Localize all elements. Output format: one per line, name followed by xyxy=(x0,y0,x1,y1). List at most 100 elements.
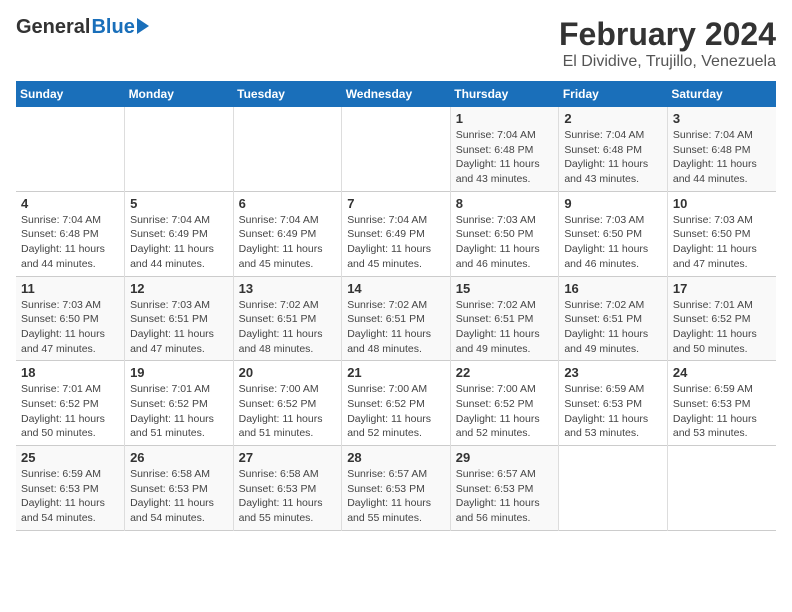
day-info-text: Sunrise: 7:01 AM Sunset: 6:52 PM Dayligh… xyxy=(21,382,119,441)
calendar-cell: 25Sunrise: 6:59 AM Sunset: 6:53 PM Dayli… xyxy=(16,446,125,531)
calendar-table: SundayMondayTuesdayWednesdayThursdayFrid… xyxy=(16,81,776,531)
calendar-cell: 29Sunrise: 6:57 AM Sunset: 6:53 PM Dayli… xyxy=(450,446,559,531)
day-info-text: Sunrise: 6:58 AM Sunset: 6:53 PM Dayligh… xyxy=(239,467,337,526)
day-number: 13 xyxy=(239,281,337,296)
day-info-text: Sunrise: 6:58 AM Sunset: 6:53 PM Dayligh… xyxy=(130,467,228,526)
location-subtitle: El Dividive, Trujillo, Venezuela xyxy=(559,53,776,71)
day-info-text: Sunrise: 6:57 AM Sunset: 6:53 PM Dayligh… xyxy=(347,467,445,526)
day-number: 14 xyxy=(347,281,445,296)
day-info-text: Sunrise: 7:03 AM Sunset: 6:50 PM Dayligh… xyxy=(673,213,771,272)
calendar-cell: 9 Sunrise: 7:03 AM Sunset: 6:50 PM Daylig… xyxy=(559,191,668,276)
day-info-text: Sunrise: 7:01 AM Sunset: 6:52 PM Dayligh… xyxy=(673,298,771,357)
weekday-header-sunday: Sunday xyxy=(16,81,125,107)
day-number: 12 xyxy=(130,281,228,296)
weekday-header-thursday: Thursday xyxy=(450,81,559,107)
day-number: 17 xyxy=(673,281,771,296)
day-number: 16 xyxy=(564,281,662,296)
calendar-cell: 12 Sunrise: 7:03 AM Sunset: 6:51 PM Dayli… xyxy=(125,276,234,361)
day-number: 1 xyxy=(456,111,554,126)
page-header: General Blue February 2024 El Dividive, … xyxy=(16,16,776,71)
calendar-cell: 16 Sunrise: 7:02 AM Sunset: 6:51 PM Dayli… xyxy=(559,276,668,361)
day-info-text: Sunrise: 7:01 AM Sunset: 6:52 PM Dayligh… xyxy=(130,382,228,441)
day-info-text: Sunrise: 6:59 AM Sunset: 6:53 PM Dayligh… xyxy=(673,382,771,441)
day-number: 27 xyxy=(239,450,337,465)
day-number: 10 xyxy=(673,196,771,211)
day-info-text: Sunrise: 7:04 AM Sunset: 6:48 PM Dayligh… xyxy=(456,128,554,187)
calendar-cell: 22Sunrise: 7:00 AM Sunset: 6:52 PM Dayli… xyxy=(450,361,559,446)
calendar-cell: 26 Sunrise: 6:58 AM Sunset: 6:53 PM Dayli… xyxy=(125,446,234,531)
calendar-cell: 27 Sunrise: 6:58 AM Sunset: 6:53 PM Dayli… xyxy=(233,446,342,531)
day-info-text: Sunrise: 7:04 AM Sunset: 6:48 PM Dayligh… xyxy=(673,128,771,187)
day-info-text: Sunrise: 7:03 AM Sunset: 6:50 PM Dayligh… xyxy=(456,213,554,272)
day-number: 8 xyxy=(456,196,554,211)
calendar-cell xyxy=(16,107,125,191)
calendar-week-row: 18 Sunrise: 7:01 AM Sunset: 6:52 PM Dayli… xyxy=(16,361,776,446)
calendar-week-row: 25Sunrise: 6:59 AM Sunset: 6:53 PM Dayli… xyxy=(16,446,776,531)
day-number: 21 xyxy=(347,365,445,380)
logo-general-text: General xyxy=(16,16,90,39)
day-info-text: Sunrise: 7:02 AM Sunset: 6:51 PM Dayligh… xyxy=(347,298,445,357)
logo-arrow-icon xyxy=(137,18,149,34)
calendar-cell: 14 Sunrise: 7:02 AM Sunset: 6:51 PM Dayli… xyxy=(342,276,451,361)
day-number: 18 xyxy=(21,365,119,380)
day-info-text: Sunrise: 7:03 AM Sunset: 6:51 PM Dayligh… xyxy=(130,298,228,357)
logo: General Blue xyxy=(16,16,149,39)
day-number: 24 xyxy=(673,365,771,380)
day-number: 3 xyxy=(673,111,771,126)
day-number: 25 xyxy=(21,450,119,465)
weekday-header-saturday: Saturday xyxy=(667,81,776,107)
calendar-cell xyxy=(559,446,668,531)
calendar-cell: 21 Sunrise: 7:00 AM Sunset: 6:52 PM Dayli… xyxy=(342,361,451,446)
calendar-cell: 3 Sunrise: 7:04 AM Sunset: 6:48 PM Daylig… xyxy=(667,107,776,191)
calendar-cell: 15Sunrise: 7:02 AM Sunset: 6:51 PM Dayli… xyxy=(450,276,559,361)
calendar-cell: 4 Sunrise: 7:04 AM Sunset: 6:48 PM Daylig… xyxy=(16,191,125,276)
calendar-cell: 23Sunrise: 6:59 AM Sunset: 6:53 PM Dayli… xyxy=(559,361,668,446)
calendar-week-row: 1 Sunrise: 7:04 AM Sunset: 6:48 PM Daylig… xyxy=(16,107,776,191)
day-info-text: Sunrise: 7:02 AM Sunset: 6:51 PM Dayligh… xyxy=(564,298,662,357)
day-info-text: Sunrise: 7:04 AM Sunset: 6:48 PM Dayligh… xyxy=(564,128,662,187)
day-info-text: Sunrise: 7:03 AM Sunset: 6:50 PM Dayligh… xyxy=(21,298,119,357)
logo-blue-text: Blue xyxy=(91,16,134,39)
calendar-cell: 19Sunrise: 7:01 AM Sunset: 6:52 PM Dayli… xyxy=(125,361,234,446)
day-number: 20 xyxy=(239,365,337,380)
calendar-cell: 11 Sunrise: 7:03 AM Sunset: 6:50 PM Dayli… xyxy=(16,276,125,361)
calendar-cell: 13 Sunrise: 7:02 AM Sunset: 6:51 PM Dayli… xyxy=(233,276,342,361)
calendar-cell xyxy=(342,107,451,191)
weekday-header-friday: Friday xyxy=(559,81,668,107)
calendar-header-row: SundayMondayTuesdayWednesdayThursdayFrid… xyxy=(16,81,776,107)
calendar-cell xyxy=(125,107,234,191)
day-number: 23 xyxy=(564,365,662,380)
calendar-week-row: 11 Sunrise: 7:03 AM Sunset: 6:50 PM Dayli… xyxy=(16,276,776,361)
calendar-cell: 8 Sunrise: 7:03 AM Sunset: 6:50 PM Daylig… xyxy=(450,191,559,276)
calendar-cell: 10 Sunrise: 7:03 AM Sunset: 6:50 PM Dayli… xyxy=(667,191,776,276)
day-number: 6 xyxy=(239,196,337,211)
title-area: February 2024 El Dividive, Trujillo, Ven… xyxy=(559,16,776,71)
calendar-cell: 28 Sunrise: 6:57 AM Sunset: 6:53 PM Dayli… xyxy=(342,446,451,531)
day-number: 26 xyxy=(130,450,228,465)
day-info-text: Sunrise: 7:04 AM Sunset: 6:49 PM Dayligh… xyxy=(130,213,228,272)
calendar-cell: 5Sunrise: 7:04 AM Sunset: 6:49 PM Daylig… xyxy=(125,191,234,276)
day-number: 4 xyxy=(21,196,119,211)
calendar-cell: 7Sunrise: 7:04 AM Sunset: 6:49 PM Daylig… xyxy=(342,191,451,276)
day-info-text: Sunrise: 7:04 AM Sunset: 6:49 PM Dayligh… xyxy=(347,213,445,272)
day-info-text: Sunrise: 7:03 AM Sunset: 6:50 PM Dayligh… xyxy=(564,213,662,272)
day-number: 15 xyxy=(456,281,554,296)
calendar-cell: 18 Sunrise: 7:01 AM Sunset: 6:52 PM Dayli… xyxy=(16,361,125,446)
calendar-cell: 17 Sunrise: 7:01 AM Sunset: 6:52 PM Dayli… xyxy=(667,276,776,361)
day-info-text: Sunrise: 7:00 AM Sunset: 6:52 PM Dayligh… xyxy=(347,382,445,441)
day-info-text: Sunrise: 7:00 AM Sunset: 6:52 PM Dayligh… xyxy=(456,382,554,441)
day-number: 28 xyxy=(347,450,445,465)
day-info-text: Sunrise: 7:04 AM Sunset: 6:49 PM Dayligh… xyxy=(239,213,337,272)
weekday-header-tuesday: Tuesday xyxy=(233,81,342,107)
day-info-text: Sunrise: 7:02 AM Sunset: 6:51 PM Dayligh… xyxy=(239,298,337,357)
day-info-text: Sunrise: 7:04 AM Sunset: 6:48 PM Dayligh… xyxy=(21,213,119,272)
day-info-text: Sunrise: 7:00 AM Sunset: 6:52 PM Dayligh… xyxy=(239,382,337,441)
calendar-cell xyxy=(233,107,342,191)
calendar-week-row: 4 Sunrise: 7:04 AM Sunset: 6:48 PM Daylig… xyxy=(16,191,776,276)
day-number: 11 xyxy=(21,281,119,296)
day-info-text: Sunrise: 6:57 AM Sunset: 6:53 PM Dayligh… xyxy=(456,467,554,526)
calendar-cell xyxy=(667,446,776,531)
weekday-header-monday: Monday xyxy=(125,81,234,107)
day-number: 9 xyxy=(564,196,662,211)
calendar-cell: 2Sunrise: 7:04 AM Sunset: 6:48 PM Daylig… xyxy=(559,107,668,191)
